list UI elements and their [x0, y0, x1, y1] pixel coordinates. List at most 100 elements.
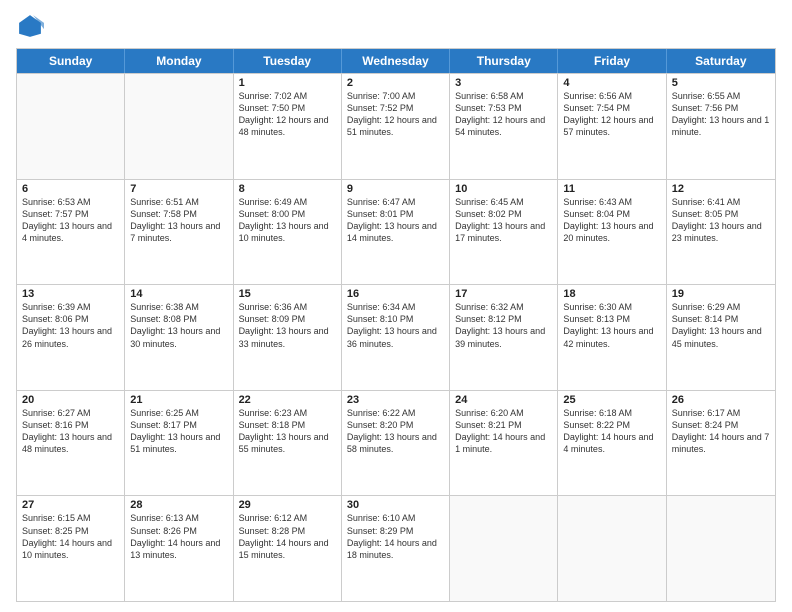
calendar-cell: 12Sunrise: 6:41 AM Sunset: 8:05 PM Dayli… [667, 180, 775, 285]
calendar-week-3: 13Sunrise: 6:39 AM Sunset: 8:06 PM Dayli… [17, 284, 775, 390]
weekday-header-wednesday: Wednesday [342, 49, 450, 73]
calendar-cell: 10Sunrise: 6:45 AM Sunset: 8:02 PM Dayli… [450, 180, 558, 285]
day-number: 4 [563, 77, 660, 89]
day-info: Sunrise: 6:45 AM Sunset: 8:02 PM Dayligh… [455, 196, 552, 245]
calendar-cell: 3Sunrise: 6:58 AM Sunset: 7:53 PM Daylig… [450, 74, 558, 179]
day-info: Sunrise: 6:47 AM Sunset: 8:01 PM Dayligh… [347, 196, 444, 245]
day-number: 29 [239, 499, 336, 511]
weekday-header-sunday: Sunday [17, 49, 125, 73]
day-info: Sunrise: 6:43 AM Sunset: 8:04 PM Dayligh… [563, 196, 660, 245]
day-info: Sunrise: 6:58 AM Sunset: 7:53 PM Dayligh… [455, 90, 552, 139]
calendar-cell: 16Sunrise: 6:34 AM Sunset: 8:10 PM Dayli… [342, 285, 450, 390]
calendar-cell: 25Sunrise: 6:18 AM Sunset: 8:22 PM Dayli… [558, 391, 666, 496]
day-info: Sunrise: 6:29 AM Sunset: 8:14 PM Dayligh… [672, 301, 770, 350]
calendar-cell: 18Sunrise: 6:30 AM Sunset: 8:13 PM Dayli… [558, 285, 666, 390]
calendar-cell: 15Sunrise: 6:36 AM Sunset: 8:09 PM Dayli… [234, 285, 342, 390]
calendar-cell: 5Sunrise: 6:55 AM Sunset: 7:56 PM Daylig… [667, 74, 775, 179]
page: SundayMondayTuesdayWednesdayThursdayFrid… [0, 0, 792, 612]
calendar-cell: 17Sunrise: 6:32 AM Sunset: 8:12 PM Dayli… [450, 285, 558, 390]
day-info: Sunrise: 6:55 AM Sunset: 7:56 PM Dayligh… [672, 90, 770, 139]
day-number: 11 [563, 183, 660, 195]
calendar-cell: 13Sunrise: 6:39 AM Sunset: 8:06 PM Dayli… [17, 285, 125, 390]
day-info: Sunrise: 6:34 AM Sunset: 8:10 PM Dayligh… [347, 301, 444, 350]
calendar-cell: 2Sunrise: 7:00 AM Sunset: 7:52 PM Daylig… [342, 74, 450, 179]
calendar-cell: 9Sunrise: 6:47 AM Sunset: 8:01 PM Daylig… [342, 180, 450, 285]
day-number: 2 [347, 77, 444, 89]
day-info: Sunrise: 6:22 AM Sunset: 8:20 PM Dayligh… [347, 407, 444, 456]
day-number: 22 [239, 394, 336, 406]
day-number: 19 [672, 288, 770, 300]
day-number: 7 [130, 183, 227, 195]
calendar-cell: 11Sunrise: 6:43 AM Sunset: 8:04 PM Dayli… [558, 180, 666, 285]
day-number: 8 [239, 183, 336, 195]
day-info: Sunrise: 6:13 AM Sunset: 8:26 PM Dayligh… [130, 512, 227, 561]
calendar-cell: 22Sunrise: 6:23 AM Sunset: 8:18 PM Dayli… [234, 391, 342, 496]
calendar: SundayMondayTuesdayWednesdayThursdayFrid… [16, 48, 776, 602]
logo [16, 12, 48, 40]
day-info: Sunrise: 6:30 AM Sunset: 8:13 PM Dayligh… [563, 301, 660, 350]
day-info: Sunrise: 6:41 AM Sunset: 8:05 PM Dayligh… [672, 196, 770, 245]
day-info: Sunrise: 6:25 AM Sunset: 8:17 PM Dayligh… [130, 407, 227, 456]
day-info: Sunrise: 6:10 AM Sunset: 8:29 PM Dayligh… [347, 512, 444, 561]
day-info: Sunrise: 6:20 AM Sunset: 8:21 PM Dayligh… [455, 407, 552, 456]
logo-icon [16, 12, 44, 40]
calendar-cell [17, 74, 125, 179]
day-info: Sunrise: 6:27 AM Sunset: 8:16 PM Dayligh… [22, 407, 119, 456]
day-number: 6 [22, 183, 119, 195]
calendar-week-4: 20Sunrise: 6:27 AM Sunset: 8:16 PM Dayli… [17, 390, 775, 496]
calendar-cell: 23Sunrise: 6:22 AM Sunset: 8:20 PM Dayli… [342, 391, 450, 496]
calendar-cell: 4Sunrise: 6:56 AM Sunset: 7:54 PM Daylig… [558, 74, 666, 179]
day-info: Sunrise: 6:15 AM Sunset: 8:25 PM Dayligh… [22, 512, 119, 561]
day-number: 28 [130, 499, 227, 511]
day-number: 30 [347, 499, 444, 511]
calendar-cell: 8Sunrise: 6:49 AM Sunset: 8:00 PM Daylig… [234, 180, 342, 285]
day-number: 13 [22, 288, 119, 300]
calendar-cell: 26Sunrise: 6:17 AM Sunset: 8:24 PM Dayli… [667, 391, 775, 496]
calendar-week-5: 27Sunrise: 6:15 AM Sunset: 8:25 PM Dayli… [17, 495, 775, 601]
calendar-cell [450, 496, 558, 601]
weekday-header-friday: Friday [558, 49, 666, 73]
weekday-header-monday: Monday [125, 49, 233, 73]
day-number: 15 [239, 288, 336, 300]
day-number: 17 [455, 288, 552, 300]
calendar-cell: 30Sunrise: 6:10 AM Sunset: 8:29 PM Dayli… [342, 496, 450, 601]
day-info: Sunrise: 6:23 AM Sunset: 8:18 PM Dayligh… [239, 407, 336, 456]
weekday-header-thursday: Thursday [450, 49, 558, 73]
day-info: Sunrise: 6:18 AM Sunset: 8:22 PM Dayligh… [563, 407, 660, 456]
calendar-cell: 24Sunrise: 6:20 AM Sunset: 8:21 PM Dayli… [450, 391, 558, 496]
day-number: 21 [130, 394, 227, 406]
day-number: 9 [347, 183, 444, 195]
weekday-header-saturday: Saturday [667, 49, 775, 73]
day-number: 16 [347, 288, 444, 300]
day-info: Sunrise: 6:38 AM Sunset: 8:08 PM Dayligh… [130, 301, 227, 350]
calendar-cell: 20Sunrise: 6:27 AM Sunset: 8:16 PM Dayli… [17, 391, 125, 496]
calendar-cell: 29Sunrise: 6:12 AM Sunset: 8:28 PM Dayli… [234, 496, 342, 601]
day-number: 12 [672, 183, 770, 195]
calendar-cell: 28Sunrise: 6:13 AM Sunset: 8:26 PM Dayli… [125, 496, 233, 601]
day-number: 24 [455, 394, 552, 406]
day-number: 3 [455, 77, 552, 89]
day-info: Sunrise: 6:36 AM Sunset: 8:09 PM Dayligh… [239, 301, 336, 350]
day-info: Sunrise: 7:00 AM Sunset: 7:52 PM Dayligh… [347, 90, 444, 139]
calendar-body: 1Sunrise: 7:02 AM Sunset: 7:50 PM Daylig… [17, 73, 775, 601]
day-info: Sunrise: 6:53 AM Sunset: 7:57 PM Dayligh… [22, 196, 119, 245]
calendar-cell: 19Sunrise: 6:29 AM Sunset: 8:14 PM Dayli… [667, 285, 775, 390]
calendar-week-2: 6Sunrise: 6:53 AM Sunset: 7:57 PM Daylig… [17, 179, 775, 285]
day-number: 10 [455, 183, 552, 195]
calendar-week-1: 1Sunrise: 7:02 AM Sunset: 7:50 PM Daylig… [17, 73, 775, 179]
calendar-cell [125, 74, 233, 179]
day-info: Sunrise: 7:02 AM Sunset: 7:50 PM Dayligh… [239, 90, 336, 139]
calendar-cell [667, 496, 775, 601]
calendar-header-row: SundayMondayTuesdayWednesdayThursdayFrid… [17, 49, 775, 73]
day-info: Sunrise: 6:56 AM Sunset: 7:54 PM Dayligh… [563, 90, 660, 139]
calendar-cell: 7Sunrise: 6:51 AM Sunset: 7:58 PM Daylig… [125, 180, 233, 285]
day-info: Sunrise: 6:51 AM Sunset: 7:58 PM Dayligh… [130, 196, 227, 245]
calendar-cell: 1Sunrise: 7:02 AM Sunset: 7:50 PM Daylig… [234, 74, 342, 179]
calendar-cell: 27Sunrise: 6:15 AM Sunset: 8:25 PM Dayli… [17, 496, 125, 601]
day-number: 26 [672, 394, 770, 406]
header [16, 12, 776, 40]
day-info: Sunrise: 6:32 AM Sunset: 8:12 PM Dayligh… [455, 301, 552, 350]
day-info: Sunrise: 6:12 AM Sunset: 8:28 PM Dayligh… [239, 512, 336, 561]
day-number: 23 [347, 394, 444, 406]
day-number: 20 [22, 394, 119, 406]
